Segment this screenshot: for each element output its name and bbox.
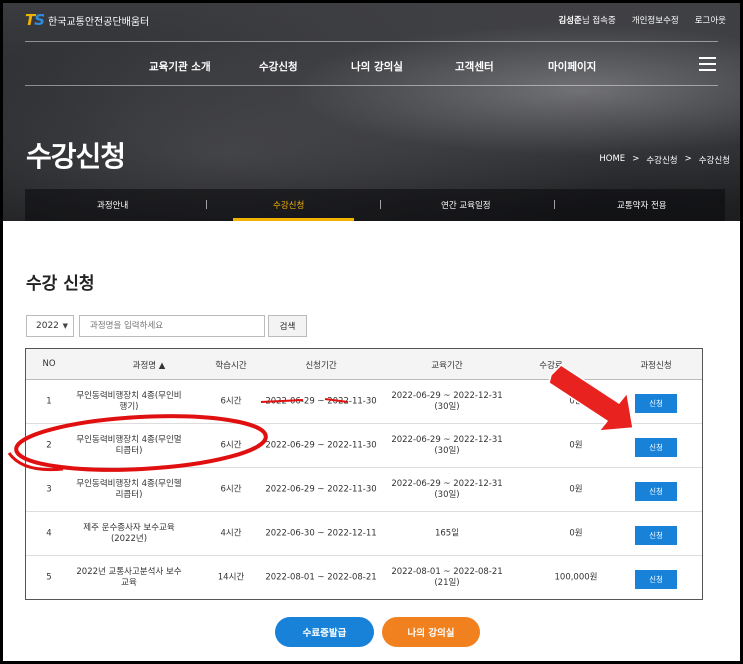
privacy-edit-link[interactable]: 개인정보수정 [632,14,679,26]
row-edu-period: 2022-06-29 ~ 2022-12-31 (30일) [391,478,503,500]
page-title: 수강신청 [26,140,126,173]
logout-link[interactable]: 로그아웃 [695,14,726,26]
col-fee: 수강료 [539,361,563,371]
row-no: 5 [46,572,52,582]
subnav-annual-schedule[interactable]: 연간 교육일정 [441,199,491,211]
row-course-name[interactable]: 제주 운수종사자 보수교육(2022년) [74,523,184,545]
nav-divider-bottom [25,85,718,86]
row-hours: 6시간 [220,396,242,406]
table-row: 1 무인동력비행장치 4종(무인비행기) 6시간 2022-06-29 ~ 20… [26,380,702,424]
row-edu-period: 2022-06-29 ~ 2022-12-31 (30일) [391,390,503,412]
nav-item-mypage[interactable]: 마이페이지 [548,59,596,74]
row-course-name[interactable]: 2022년 교통사고분석사 보수교육 [74,567,184,589]
table-row: 3 무인동력비행장치 4종(무인헬리콥터) 6시간 2022-06-29 ~ 2… [26,468,702,512]
ts-logo-icon: TS [25,11,45,29]
row-edu-period: 2022-06-29 ~ 2022-12-31 (30일) [391,434,503,456]
user-greeting: 김성준님 접속중 [558,14,615,26]
nav-item-enrollment[interactable]: 수강신청 [259,59,298,74]
col-apply-period: 신청기간 [305,361,337,371]
row-hours: 14시간 [217,572,245,582]
subnav-accessibility[interactable]: 교통약자 전용 [617,199,667,211]
table-header: NO 과정명 ▲ 학습시간 신청기간 교육기간 수강료 과정신청 [26,349,702,380]
apply-button[interactable]: 신청 [635,394,677,413]
row-hours: 6시간 [220,440,242,450]
col-no: NO [42,359,56,369]
nav-divider-top [25,41,718,42]
nav-item-support[interactable]: 고객센터 [455,59,494,74]
year-select-value: 2022 [36,321,59,331]
apply-button[interactable]: 신청 [635,526,677,545]
top-bar: TS 한국교통안전공단배움터 김성준님 접속중 개인정보수정 로그아웃 [3,3,740,37]
row-no: 3 [46,484,52,494]
row-course-name[interactable]: 무인동력비행장치 4종(무인헬리콥터) [74,479,184,501]
bottom-buttons: 수료증발급 나의 강의실 [3,617,740,647]
row-apply-period: 2022-06-29 ~ 2022-11-30 [265,396,377,406]
logo-text: 한국교통안전공단배움터 [48,16,150,28]
row-fee: 0원 [569,484,583,494]
site-logo[interactable]: TS 한국교통안전공단배움터 [25,11,149,29]
search-input[interactable] [79,315,265,337]
apply-button[interactable]: 신청 [635,570,677,589]
table-row: 4 제주 운수종사자 보수교육(2022년) 4시간 2022-06-30 ~ … [26,512,702,556]
row-no: 2 [46,440,52,450]
row-apply-period: 2022-06-29 ~ 2022-11-30 [265,484,377,494]
row-fee: 0원 [569,528,583,538]
col-course-name[interactable]: 과정명 ▲ [104,359,194,371]
nav-item-about[interactable]: 교육기관 소개 [149,59,211,74]
apply-button[interactable]: 신청 [635,482,677,501]
section-title: 수강 신청 [26,274,95,294]
subnav-divider [206,200,207,209]
course-table: NO 과정명 ▲ 학습시간 신청기간 교육기간 수강료 과정신청 1 무인동력비… [25,348,703,600]
row-apply-period: 2022-08-01 ~ 2022-08-21 [265,572,377,582]
row-hours: 6시간 [220,484,242,494]
user-suffix: 님 접속중 [581,16,616,26]
row-fee: 0원 [569,440,583,450]
row-apply-period: 2022-06-30 ~ 2022-12-11 [265,528,377,538]
top-links: 김성준님 접속중 개인정보수정 로그아웃 [558,14,726,26]
table-row: 5 2022년 교통사고분석사 보수교육 14시간 2022-08-01 ~ 2… [26,556,702,599]
col-edu-period: 교육기간 [431,361,463,371]
row-course-name[interactable]: 무인동력비행장치 4종(무인멀티콥터) [74,435,184,457]
subnav-divider [554,200,555,209]
col-apply: 과정신청 [640,361,672,371]
row-hours: 4시간 [220,528,242,538]
hero-banner: TS 한국교통안전공단배움터 김성준님 접속중 개인정보수정 로그아웃 교육기관… [3,3,740,221]
subnav-enrollment[interactable]: 수강신청 [273,199,304,211]
subnav-divider [380,200,381,209]
row-edu-period: 165일 [434,528,460,538]
menu-icon[interactable] [699,57,716,71]
col-hours: 학습시간 [215,361,247,371]
row-fee: 100,000원 [554,572,598,582]
row-no: 1 [46,396,52,406]
sub-nav: 과정안내 수강신청 연간 교육일정 교통약자 전용 [25,189,725,221]
row-edu-period: 2022-08-01 ~ 2022-08-21 (21일) [391,566,503,588]
my-classroom-button[interactable]: 나의 강의실 [382,617,480,647]
certificate-button[interactable]: 수료증발급 [275,617,374,647]
search-button[interactable]: 검색 [268,315,307,337]
search-filters: 2022 ▼ 검색 [26,315,307,339]
row-course-name[interactable]: 무인동력비행장치 4종(무인비행기) [74,391,184,413]
row-apply-period: 2022-06-29 ~ 2022-11-30 [265,440,377,450]
row-no: 4 [46,528,52,538]
breadcrumb-current: 수강신청 [698,156,730,166]
breadcrumb-home[interactable]: HOME [599,154,625,166]
main-nav: 교육기관 소개 수강신청 나의 강의실 고객센터 마이페이지 [3,59,740,77]
subnav-course-info[interactable]: 과정안내 [97,199,128,211]
year-select[interactable]: 2022 ▼ [26,315,74,337]
breadcrumb-level1[interactable]: 수강신청 [646,154,677,166]
apply-button[interactable]: 신청 [635,438,677,457]
subnav-active-indicator [233,218,354,221]
chevron-right-icon: > [632,154,640,164]
chevron-down-icon: ▼ [62,322,68,330]
row-fee: 0원 [569,396,583,406]
chevron-right-icon: > [684,154,692,164]
user-name: 김성준 [558,16,582,26]
nav-item-my-classroom[interactable]: 나의 강의실 [351,59,403,74]
breadcrumb: HOME > 수강신청 > 수강신청 [599,154,730,166]
table-row: 2 무인동력비행장치 4종(무인멀티콥터) 6시간 2022-06-29 ~ 2… [26,424,702,468]
page: TS 한국교통안전공단배움터 김성준님 접속중 개인정보수정 로그아웃 교육기관… [3,3,740,661]
